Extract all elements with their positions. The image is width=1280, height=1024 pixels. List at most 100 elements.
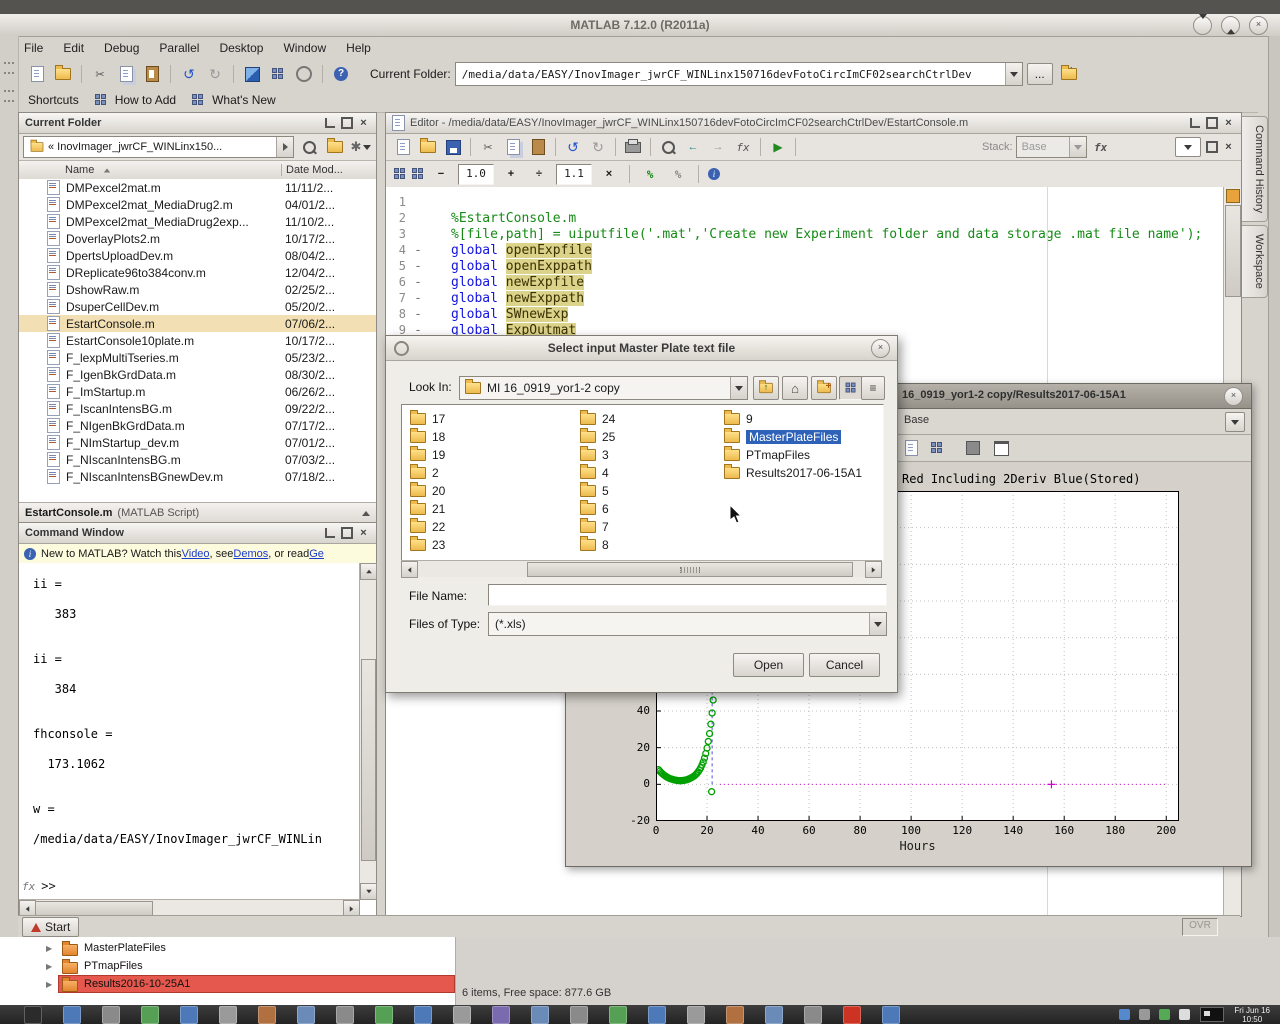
grid-view-button[interactable] — [839, 376, 863, 400]
taskbar-icon[interactable] — [297, 1006, 315, 1024]
close-editor-icon[interactable]: × — [1222, 141, 1235, 154]
list-header[interactable]: Name Date Mod... — [19, 161, 376, 180]
figure-combo-dropdown[interactable] — [1225, 412, 1245, 432]
expander-icon[interactable]: ▶ — [46, 980, 52, 989]
video-link[interactable]: Video — [182, 548, 210, 560]
comment-button[interactable]: % — [639, 163, 661, 185]
taskbar-icon[interactable] — [258, 1006, 276, 1024]
folder-item[interactable]: 24 — [580, 410, 615, 428]
file-row[interactable]: DshowRaw.m02/25/2... — [19, 281, 376, 298]
dialog-hscroll-thumb[interactable] — [527, 562, 853, 577]
command-window-header[interactable]: Command Window × — [19, 523, 376, 544]
file-row[interactable]: F_NIscanIntensBGnewDev.m07/18/2... — [19, 468, 376, 485]
folder-actions-button[interactable] — [324, 136, 346, 158]
list-view-button[interactable]: ≡ — [861, 376, 885, 400]
code-line[interactable]: 3%[file,path] = uiputfile('.mat','Create… — [386, 227, 1224, 243]
shortcut-whats-new[interactable]: What's New — [212, 93, 276, 107]
menu-parallel[interactable]: Parallel — [149, 37, 209, 59]
cell-divide-icon[interactable] — [412, 168, 424, 180]
maximize-button[interactable] — [1221, 16, 1240, 35]
cut-button[interactable]: ✂ — [89, 63, 111, 85]
fx-find-button[interactable]: fx — [1090, 136, 1112, 158]
start-button[interactable]: Start — [22, 917, 79, 937]
file-row[interactable]: DsuperCellDev.m05/20/2... — [19, 298, 376, 315]
file-row[interactable]: F_NImStartup_dev.m07/01/2... — [19, 434, 376, 451]
info-icon[interactable]: i — [708, 168, 720, 180]
folder-item[interactable]: 3 — [580, 446, 615, 464]
close-panel-icon[interactable]: × — [357, 527, 370, 540]
print-button[interactable] — [622, 136, 644, 158]
matlab-titlebar[interactable]: MATLAB 7.12.0 (R2011a) × — [0, 14, 1280, 37]
tray-icon[interactable] — [1179, 1009, 1190, 1020]
current-folder-combo[interactable]: /media/data/EASY/InovImager_jwrCF_WINLin… — [455, 62, 1023, 86]
cw-vscrollbar[interactable] — [359, 563, 376, 900]
code-line[interactable]: 2%EstartConsole.m — [386, 211, 1224, 227]
new-folder-button[interactable]: + — [811, 376, 837, 400]
folder-item[interactable]: 9 — [724, 410, 862, 428]
tree-row[interactable]: ▶Results2016-10-25A1 — [0, 975, 455, 993]
paste-button[interactable] — [141, 63, 163, 85]
prompt-row[interactable]: fx >> — [19, 878, 56, 894]
folder-item[interactable]: 20 — [410, 482, 445, 500]
tray-icon[interactable] — [1159, 1009, 1170, 1020]
name-column-header[interactable]: Name — [65, 164, 94, 176]
open-file-button[interactable] — [52, 63, 74, 85]
simulink-button[interactable] — [241, 63, 263, 85]
home-button[interactable]: ⌂ — [782, 376, 808, 400]
copy-button[interactable] — [502, 136, 524, 158]
code-line[interactable]: 1 — [386, 195, 1224, 211]
file-row[interactable]: F_IscanIntensBG.m09/22/2... — [19, 400, 376, 417]
command-output[interactable]: ii = 383 ii = 384 fhconsole = 173.1062 w… — [19, 563, 360, 900]
menu-edit[interactable]: Edit — [53, 37, 94, 59]
guide-button[interactable] — [267, 63, 289, 85]
folder-item[interactable]: 19 — [410, 446, 445, 464]
minimize-button[interactable] — [1193, 16, 1212, 35]
dialog-hscrollbar[interactable] — [401, 560, 882, 577]
find-button[interactable] — [657, 136, 679, 158]
editor-header[interactable]: Editor - /media/data/EASY/InovImager_jwr… — [386, 113, 1241, 134]
folder-item[interactable]: 22 — [410, 518, 445, 536]
redo-button[interactable]: ↻ — [204, 63, 226, 85]
cell-value-left[interactable]: 1.0 — [458, 164, 494, 185]
copy-button[interactable] — [115, 63, 137, 85]
file-details-bar[interactable]: EstartConsole.m (MATLAB Script) — [19, 502, 376, 523]
file-name-input[interactable] — [488, 584, 887, 606]
new-script-button[interactable] — [392, 136, 414, 158]
folder-item[interactable]: 18 — [410, 428, 445, 446]
figure-new-button[interactable] — [900, 437, 922, 459]
taskbar-icon[interactable] — [336, 1006, 354, 1024]
figure-window-button[interactable] — [990, 437, 1012, 459]
undo-button[interactable]: ↺ — [178, 63, 200, 85]
folder-item[interactable]: 6 — [580, 500, 615, 518]
taskbar-icon[interactable] — [648, 1006, 666, 1024]
save-button[interactable] — [442, 136, 464, 158]
open-button[interactable]: Open — [733, 653, 804, 677]
file-tree-pane[interactable]: ▶MasterPlateFiles▶PTmapFiles▶Results2016… — [0, 937, 456, 1005]
redo-button[interactable]: ↻ — [587, 136, 609, 158]
taskbar-icon[interactable] — [141, 1006, 159, 1024]
tab-workspace[interactable]: Workspace — [1241, 225, 1268, 298]
dock-icon[interactable] — [1188, 117, 1201, 130]
taskbar-icon[interactable] — [414, 1006, 432, 1024]
increase-button[interactable]: + — [500, 163, 522, 185]
editor-scroll-thumb[interactable] — [1225, 205, 1241, 297]
menu-help[interactable]: Help — [336, 37, 381, 59]
close-button[interactable]: × — [1249, 16, 1268, 35]
tree-row[interactable]: ▶MasterPlateFiles — [0, 939, 455, 957]
file-row[interactable]: DoverlayPlots2.m10/17/2... — [19, 230, 376, 247]
fx-button[interactable]: fx — [732, 136, 754, 158]
folder-item[interactable]: 4 — [580, 464, 615, 482]
paste-button[interactable] — [527, 136, 549, 158]
files-of-type-combo[interactable]: (*.xls) — [488, 612, 887, 636]
tray-icon[interactable] — [1119, 1009, 1130, 1020]
command-prompt[interactable]: >> — [41, 879, 55, 893]
file-row[interactable]: DReplicate96to384conv.m12/04/2... — [19, 264, 376, 281]
date-column-header[interactable]: Date Mod... — [281, 164, 343, 176]
close-panel-icon[interactable]: × — [1222, 117, 1235, 130]
look-in-combo[interactable]: MI 16_0919_yor1-2 copy — [459, 376, 748, 400]
cell-value-right[interactable]: 1.1 — [556, 164, 592, 185]
figure-combo-value[interactable]: Base — [904, 414, 929, 426]
folder-item[interactable]: 17 — [410, 410, 445, 428]
taskbar-icon[interactable] — [492, 1006, 510, 1024]
open-button[interactable] — [417, 136, 439, 158]
